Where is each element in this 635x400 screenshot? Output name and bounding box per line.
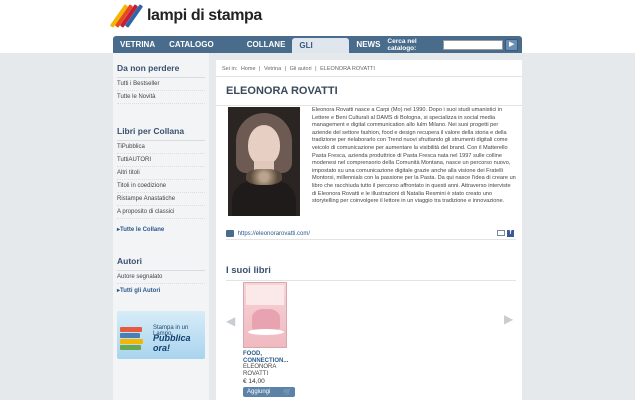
search-go-button[interactable]: ▶ [505, 38, 518, 51]
breadcrumb-sep: | [259, 66, 261, 72]
carousel-prev-icon[interactable]: ◀ [226, 314, 235, 328]
nav-catalogo-libri[interactable]: CATALOGO LIBRI [162, 36, 240, 66]
sidebar-link-tutti-autori[interactable]: Tutti gli Autori [117, 284, 205, 297]
sidebar-link-autore-segnalato[interactable]: Autore segnalato [117, 271, 205, 284]
add-to-cart-label: Aggiungi [247, 389, 271, 395]
catalog-search: Cerca nel catalogo: ▶ [387, 38, 522, 52]
nav-news[interactable]: NEWS [349, 36, 387, 53]
breadcrumb-current: ELEONORA ROVATTI [320, 66, 375, 72]
main-content: Sei in: Home | Vetrina | Gli autori | EL… [216, 60, 522, 400]
author-photo [228, 107, 300, 216]
book-price: € 14,00 [243, 378, 265, 385]
sidebar-title: Autori [117, 246, 205, 271]
sidebar-link-ristampe[interactable]: Ristampe Anastatiche [117, 193, 205, 206]
sidebar-title: Da non perdere [117, 53, 205, 78]
sidebar-link-tuttiautori[interactable]: TuttiAUTORI [117, 154, 205, 167]
book-cover[interactable] [243, 282, 287, 348]
breadcrumb-sep: | [315, 66, 317, 72]
book-card: FOOD, CONNECTION... ELEONORA ROVATTI € 1… [243, 282, 295, 397]
site-logo[interactable]: lampi di stampa [109, 2, 262, 30]
breadcrumb-home[interactable]: Home [241, 66, 256, 72]
sidebar-link-coedizione[interactable]: Titoli in coedizione [117, 180, 205, 193]
website-icon [226, 230, 234, 237]
page-title: ELEONORA ROVATTI [216, 77, 522, 106]
author-website-link[interactable]: https://eleonorarovatti.com/ [238, 231, 310, 237]
books-section-title: I suoi libri [226, 265, 516, 281]
breadcrumb-autori[interactable]: Gli autori [290, 66, 312, 72]
facebook-icon[interactable]: f [507, 230, 514, 237]
nav-collane[interactable]: COLLANE [240, 36, 293, 53]
arrow-right-icon: ▶ [509, 40, 515, 48]
sidebar-section-collana: Libri per Collana TiPubblica TuttiAUTORI… [113, 116, 209, 236]
breadcrumb: Sei in: Home | Vetrina | Gli autori | EL… [216, 60, 522, 77]
books-stack-icon [120, 327, 144, 355]
sidebar-section-da-non-perdere: Da non perdere Tutti i Bestseller Tutte … [113, 53, 209, 104]
sidebar-title: Libri per Collana [117, 116, 205, 141]
carousel-next-icon[interactable]: ▶ [504, 312, 513, 326]
book-author: ELEONORA ROVATTI [243, 364, 277, 377]
author-bio: Eleonora Rovatti nasce a Carpi (Mo) nel … [312, 107, 516, 205]
sidebar: Da non perdere Tutti i Bestseller Tutte … [113, 53, 209, 400]
nav-gli-autori[interactable]: GLI AUTORI [292, 38, 350, 65]
sidebar-link-bestseller[interactable]: Tutti i Bestseller [117, 78, 205, 91]
share-icons: f [497, 230, 514, 237]
breadcrumb-vetrina[interactable]: Vetrina [264, 66, 281, 72]
website-row: https://eleonorarovatti.com/ f [226, 230, 516, 240]
nav-vetrina[interactable]: VETRINA [113, 36, 162, 53]
cart-icon: 🛒 [283, 389, 292, 396]
sidebar-link-novita[interactable]: Tutte le Novità [117, 91, 205, 104]
site-header: lampi di stampa [0, 0, 635, 36]
book-title[interactable]: FOOD, CONNECTION... [243, 351, 291, 364]
search-input[interactable] [443, 39, 504, 50]
add-to-cart-button[interactable]: Aggiungi 🛒 [243, 387, 295, 397]
sidebar-section-autori: Autori Autore segnalato Tutti gli Autori [113, 246, 209, 297]
sidebar-link-tutte-collane[interactable]: Tutte le Collane [117, 223, 205, 236]
breadcrumb-prefix: Sei in: [222, 66, 238, 72]
sidebar-link-altri-titoli[interactable]: Altri titoli [117, 167, 205, 180]
logo-stripes-icon [109, 4, 144, 28]
breadcrumb-sep: | [284, 66, 287, 72]
sidebar-link-classici[interactable]: A proposito di classici [117, 206, 205, 219]
publish-banner[interactable]: Stampa in un Lampo. Pubblica ora! [117, 311, 205, 359]
mail-icon[interactable] [497, 230, 505, 236]
sidebar-link-tipubblica[interactable]: TiPubblica [117, 141, 205, 154]
main-nav: VETRINA CATALOGO LIBRI COLLANE GLI AUTOR… [113, 36, 522, 66]
banner-line2: Pubblica ora! [153, 333, 191, 353]
search-label: Cerca nel catalogo: [387, 37, 417, 52]
logo-text: lampi di stampa [147, 7, 262, 24]
